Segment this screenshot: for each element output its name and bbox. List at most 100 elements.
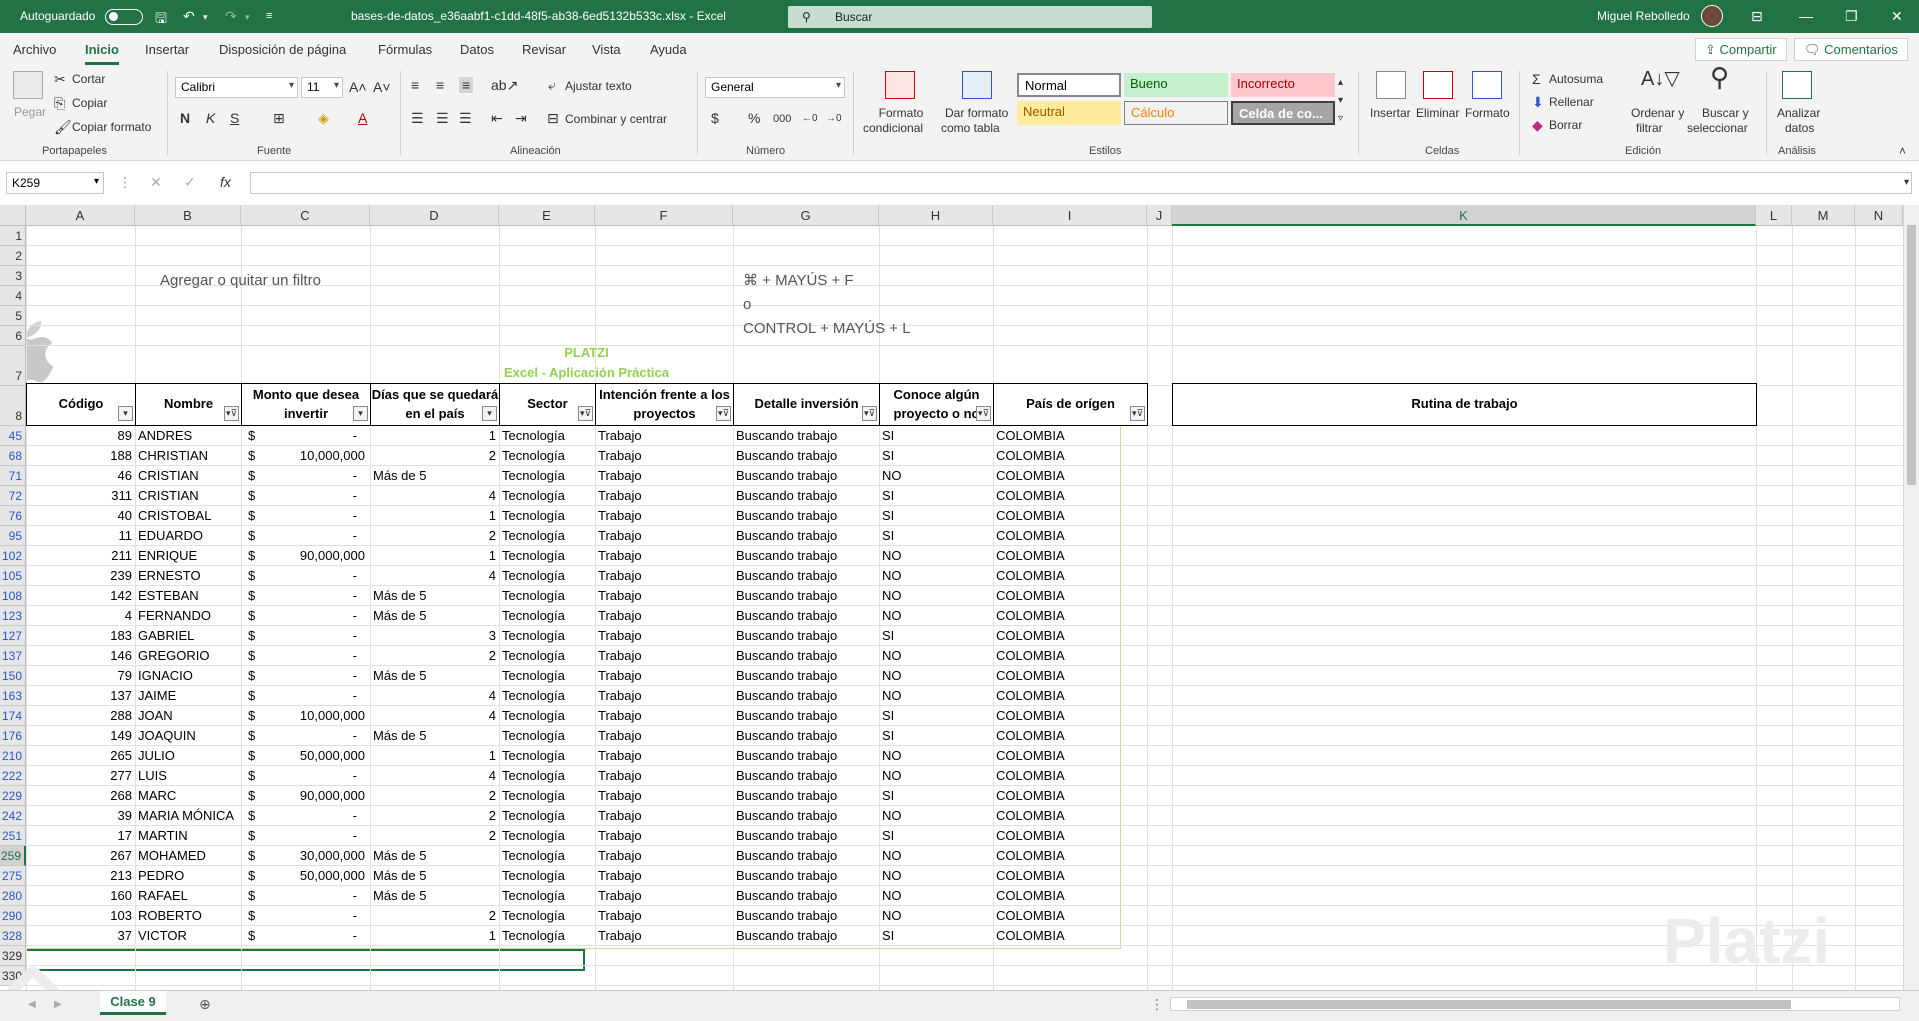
comments-button[interactable]: 🗨 Comentarios [1794,38,1908,61]
intent-cell[interactable]: Trabajo [595,486,733,506]
intent-cell[interactable]: Trabajo [595,566,733,586]
intent-cell[interactable]: Trabajo [595,906,733,926]
tab-vista[interactable]: Vista [592,42,621,57]
name-cell[interactable]: MARC [135,786,241,806]
sector-cell[interactable]: Tecnología [499,526,595,546]
amount-cell[interactable]: 50,000,000 [241,866,368,886]
align-middle-icon[interactable]: ≡ [436,77,444,93]
next-sheet-icon[interactable]: ▶ [54,997,62,1013]
intent-cell[interactable]: Trabajo [595,426,733,446]
column-header[interactable]: M [1792,205,1855,226]
intent-cell[interactable]: Trabajo [595,746,733,766]
name-cell[interactable]: PEDRO [135,866,241,886]
amount-cell[interactable]: - [241,806,360,826]
detail-cell[interactable]: Buscando trabajo [733,746,879,766]
tab-datos[interactable]: Datos [460,42,494,57]
name-cell[interactable]: IGNACIO [135,666,241,686]
country-cell[interactable]: COLOMBIA [993,746,1147,766]
font-size-dropdown[interactable]: 11 [301,77,343,98]
intent-cell[interactable]: Trabajo [595,726,733,746]
sector-cell[interactable]: Tecnología [499,466,595,486]
intent-cell[interactable]: Trabajo [595,666,733,686]
expand-formula-icon[interactable]: ▾ [1904,175,1909,191]
know-cell[interactable]: SI [879,486,993,506]
know-cell[interactable]: NO [879,886,993,906]
sector-cell[interactable]: Tecnología [499,806,595,826]
country-cell[interactable]: COLOMBIA [993,846,1147,866]
formula-input[interactable] [250,172,1912,194]
days-cell[interactable]: 1 [370,426,499,446]
days-cell[interactable]: 4 [370,566,499,586]
days-cell[interactable]: 1 [370,546,499,566]
align-top-icon[interactable]: ≡ [411,77,419,93]
filter-dropdown-button[interactable]: ▾⊽ [1130,406,1145,421]
row-header[interactable]: 76 [0,506,26,526]
detail-cell[interactable]: Buscando trabajo [733,706,879,726]
vertical-scrollbar[interactable] [1903,205,1919,990]
merge-center-button[interactable]: Combinar y centrar [565,112,667,126]
decrease-indent-icon[interactable]: ⇤ [491,110,503,126]
intent-cell[interactable]: Trabajo [595,446,733,466]
sector-cell[interactable]: Tecnología [499,686,595,706]
row-header[interactable]: 105 [0,566,26,586]
row-header[interactable]: 7 [0,346,26,386]
sector-cell[interactable]: Tecnología [499,566,595,586]
sector-cell[interactable]: Tecnología [499,426,595,446]
row-header[interactable]: 329 [0,946,26,966]
amount-cell[interactable]: 90,000,000 [241,786,368,806]
code-cell[interactable]: 211 [26,546,135,566]
add-sheet-icon[interactable]: ⊕ [199,996,211,1012]
detail-cell[interactable]: Buscando trabajo [733,446,879,466]
user-avatar[interactable] [1701,5,1723,27]
amount-cell[interactable]: - [241,426,360,446]
country-cell[interactable]: COLOMBIA [993,766,1147,786]
column-header[interactable]: B [135,205,241,226]
country-cell[interactable]: COLOMBIA [993,826,1147,846]
copy-format-button[interactable]: Copiar formato [72,120,151,134]
detail-cell[interactable]: Buscando trabajo [733,806,879,826]
intent-cell[interactable]: Trabajo [595,866,733,886]
autosum-button[interactable]: Autosuma [1549,72,1603,86]
column-header[interactable]: I [993,205,1147,226]
days-cell[interactable]: 4 [370,686,499,706]
format-cells-button[interactable]: Formato [1465,106,1510,120]
know-cell[interactable]: SI [879,426,993,446]
know-cell[interactable]: NO [879,906,993,926]
row-header[interactable]: 174 [0,706,26,726]
row-header[interactable]: 280 [0,886,26,906]
amount-cell[interactable]: - [241,726,360,746]
row-header[interactable]: 259 [0,846,26,866]
country-cell[interactable]: COLOMBIA [993,806,1147,826]
sector-cell[interactable]: Tecnología [499,546,595,566]
shrink-font-icon[interactable]: A˅ [373,79,391,95]
customize-toolbar-icon[interactable]: ≡ [266,10,272,22]
code-cell[interactable]: 311 [26,486,135,506]
country-cell[interactable]: COLOMBIA [993,786,1147,806]
sector-cell[interactable]: Tecnología [499,626,595,646]
code-cell[interactable]: 37 [26,926,135,946]
intent-cell[interactable]: Trabajo [595,886,733,906]
undo-dropdown-icon[interactable]: ▾ [203,12,208,23]
intent-cell[interactable]: Trabajo [595,526,733,546]
know-cell[interactable]: SI [879,626,993,646]
know-cell[interactable]: NO [879,646,993,666]
country-cell[interactable]: COLOMBIA [993,666,1147,686]
amount-cell[interactable]: - [241,466,360,486]
filter-dropdown-button[interactable]: ▾ [118,406,133,421]
know-cell[interactable]: SI [879,506,993,526]
detail-cell[interactable]: Buscando trabajo [733,466,879,486]
column-header[interactable]: C [241,205,370,226]
amount-cell[interactable]: - [241,526,360,546]
name-cell[interactable]: ENRIQUE [135,546,241,566]
style-calculo[interactable]: Cálculo [1124,101,1228,125]
days-cell[interactable]: Más de 5 [370,866,499,886]
column-header[interactable]: J [1147,205,1172,226]
tab-formulas[interactable]: Fórmulas [378,42,432,57]
code-cell[interactable]: 149 [26,726,135,746]
know-cell[interactable]: NO [879,866,993,886]
know-cell[interactable]: NO [879,466,993,486]
font-name-dropdown[interactable]: Calibri [175,77,298,98]
code-cell[interactable]: 268 [26,786,135,806]
know-cell[interactable]: NO [879,546,993,566]
intent-cell[interactable]: Trabajo [595,826,733,846]
